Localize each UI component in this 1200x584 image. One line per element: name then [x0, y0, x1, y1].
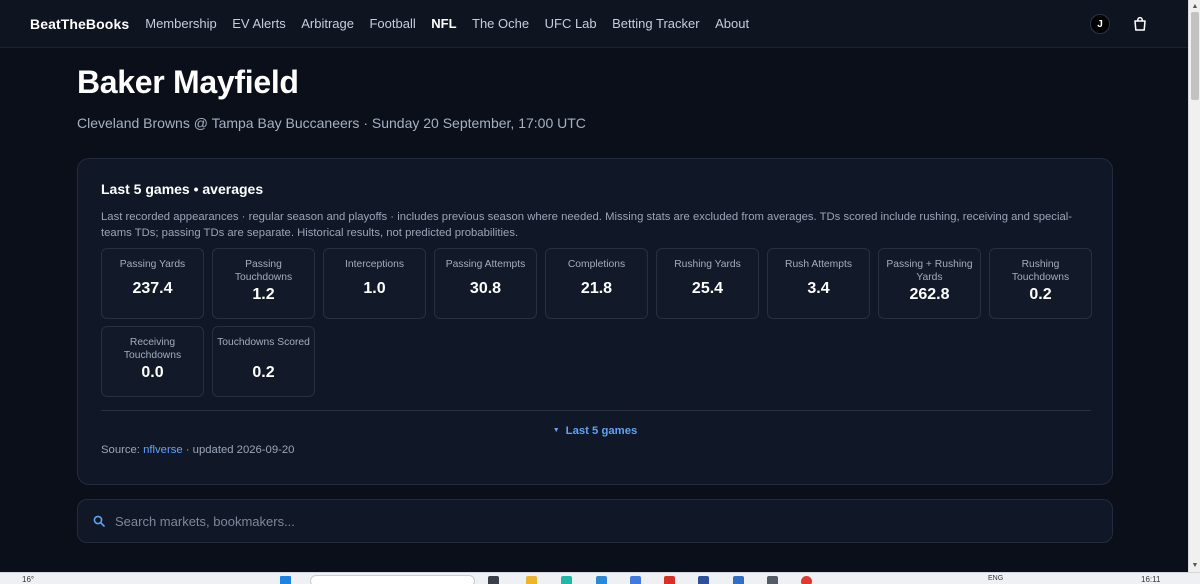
scrollbar-thumb[interactable]	[1191, 12, 1199, 100]
stats-card: Last 5 games • averages Last recorded ap…	[77, 158, 1113, 485]
scroll-up-arrow-icon[interactable]: ▲	[1191, 3, 1199, 10]
app-icon[interactable]	[767, 576, 778, 584]
nav-links: Membership EV Alerts Arbitrage Football …	[145, 16, 764, 31]
stat-completions: Completions 21.8	[545, 248, 648, 319]
stats-card-title: Last 5 games • averages	[101, 181, 264, 197]
stat-value: 0.2	[1029, 286, 1052, 303]
stat-passing-rushing-yards: Passing + Rushing Yards 262.8	[878, 248, 981, 319]
stat-label: Rush Attempts	[785, 259, 852, 270]
nav-link-membership[interactable]: Membership	[145, 16, 217, 31]
search-icon	[93, 515, 105, 527]
file-explorer-icon[interactable]	[526, 576, 537, 584]
page: BeatTheBooks Membership EV Alerts Arbitr…	[0, 0, 1200, 584]
taskbar-clock[interactable]: 16:11	[1141, 575, 1160, 584]
stat-rushing-yards: Rushing Yards 25.4	[656, 248, 759, 319]
stat-rush-attempts: Rush Attempts 3.4	[767, 248, 870, 319]
brand-logo[interactable]: BeatTheBooks	[30, 16, 129, 32]
caret-down-icon: ▼	[552, 427, 560, 434]
stat-passing-touchdowns: Passing Touchdowns 1.2	[212, 248, 315, 319]
task-view-icon[interactable]	[488, 576, 499, 584]
source-line: Source: nflverse · updated 2026-09-20	[101, 444, 294, 456]
stat-touchdowns-scored: Touchdowns Scored 0.2	[212, 326, 315, 397]
stat-label: Receiving Touchdowns	[123, 337, 182, 361]
nav-link-the-oche[interactable]: The Oche	[472, 16, 529, 31]
stat-value: 262.8	[909, 286, 950, 303]
nav-link-betting-tracker[interactable]: Betting Tracker	[612, 16, 699, 31]
stat-value: 0.0	[141, 364, 164, 381]
store-icon[interactable]	[596, 576, 607, 584]
stat-label: Rushing Yards	[674, 259, 741, 270]
chrome-icon[interactable]	[801, 576, 812, 584]
stat-label: Rushing Touchdowns	[1011, 259, 1070, 283]
page-scrollbar[interactable]: ▲ ▼	[1188, 0, 1200, 572]
nav-link-football[interactable]: Football	[369, 16, 415, 31]
stat-label: Touchdowns Scored	[217, 337, 310, 348]
taskbar-weather[interactable]: 16°	[22, 575, 34, 584]
card-divider	[101, 410, 1091, 411]
stat-label: Completions	[567, 259, 626, 270]
stat-value: 25.4	[691, 280, 724, 297]
stat-passing-attempts: Passing Attempts 30.8	[434, 248, 537, 319]
stat-value: 1.2	[252, 286, 275, 303]
stat-value: 30.8	[469, 280, 502, 297]
windows-start-icon[interactable]	[280, 576, 291, 584]
app-icon[interactable]	[664, 576, 675, 584]
taskbar-language[interactable]: ENG	[988, 575, 1003, 582]
stat-label: Passing + Rushing Yards	[886, 259, 973, 283]
stat-interceptions: Interceptions 1.0	[323, 248, 426, 319]
source-prefix: Source:	[101, 444, 140, 456]
nav-link-about[interactable]: About	[715, 16, 749, 31]
last-5-games-toggle[interactable]: ▼ Last 5 games	[78, 425, 1112, 437]
stat-label: Passing Yards	[119, 259, 186, 270]
edge-browser-icon[interactable]	[561, 576, 572, 584]
app-icon[interactable]	[698, 576, 709, 584]
stat-passing-yards: Passing Yards 237.4	[101, 248, 204, 319]
taskbar-search-box[interactable]	[310, 575, 475, 584]
app-icon[interactable]	[733, 576, 744, 584]
nav-link-arbitrage[interactable]: Arbitrage	[301, 16, 354, 31]
stat-value: 3.4	[807, 280, 830, 297]
toggle-label: Last 5 games	[565, 425, 638, 437]
stat-label: Interceptions	[345, 259, 404, 270]
page-title: Baker Mayfield	[77, 64, 299, 100]
stat-label: Passing Touchdowns	[234, 259, 293, 283]
stats-grid: Passing Yards 237.4 Passing Touchdowns 1…	[101, 248, 1093, 397]
stat-receiving-touchdowns: Receiving Touchdowns 0.0	[101, 326, 204, 397]
search-bar	[77, 499, 1113, 543]
stat-value: 237.4	[132, 280, 173, 297]
nav-link-ufc-lab[interactable]: UFC Lab	[545, 16, 597, 31]
shopping-bag-icon[interactable]	[1132, 16, 1148, 32]
stat-label: Passing Attempts	[445, 259, 526, 270]
nav-actions: J	[1090, 14, 1148, 34]
match-subtitle: Cleveland Browns @ Tampa Bay Buccaneers …	[77, 115, 586, 131]
top-nav: BeatTheBooks Membership EV Alerts Arbitr…	[0, 0, 1188, 48]
stat-value: 21.8	[580, 280, 613, 297]
search-input[interactable]	[115, 513, 1112, 529]
stat-rushing-touchdowns: Rushing Touchdowns 0.2	[989, 248, 1092, 319]
stat-value: 1.0	[363, 280, 386, 297]
scroll-down-arrow-icon[interactable]: ▼	[1191, 562, 1199, 569]
os-taskbar: 16° ENG 16:11	[0, 572, 1200, 584]
source-link[interactable]: nflverse	[143, 444, 183, 456]
stats-card-description: Last recorded appearances · regular seas…	[101, 211, 1073, 239]
nav-link-ev-alerts[interactable]: EV Alerts	[232, 16, 285, 31]
source-updated: · updated 2026-09-20	[185, 444, 295, 456]
avatar[interactable]: J	[1090, 14, 1110, 34]
app-icon[interactable]	[630, 576, 641, 584]
stat-value: 0.2	[252, 364, 275, 381]
nav-link-nfl[interactable]: NFL	[431, 16, 456, 31]
